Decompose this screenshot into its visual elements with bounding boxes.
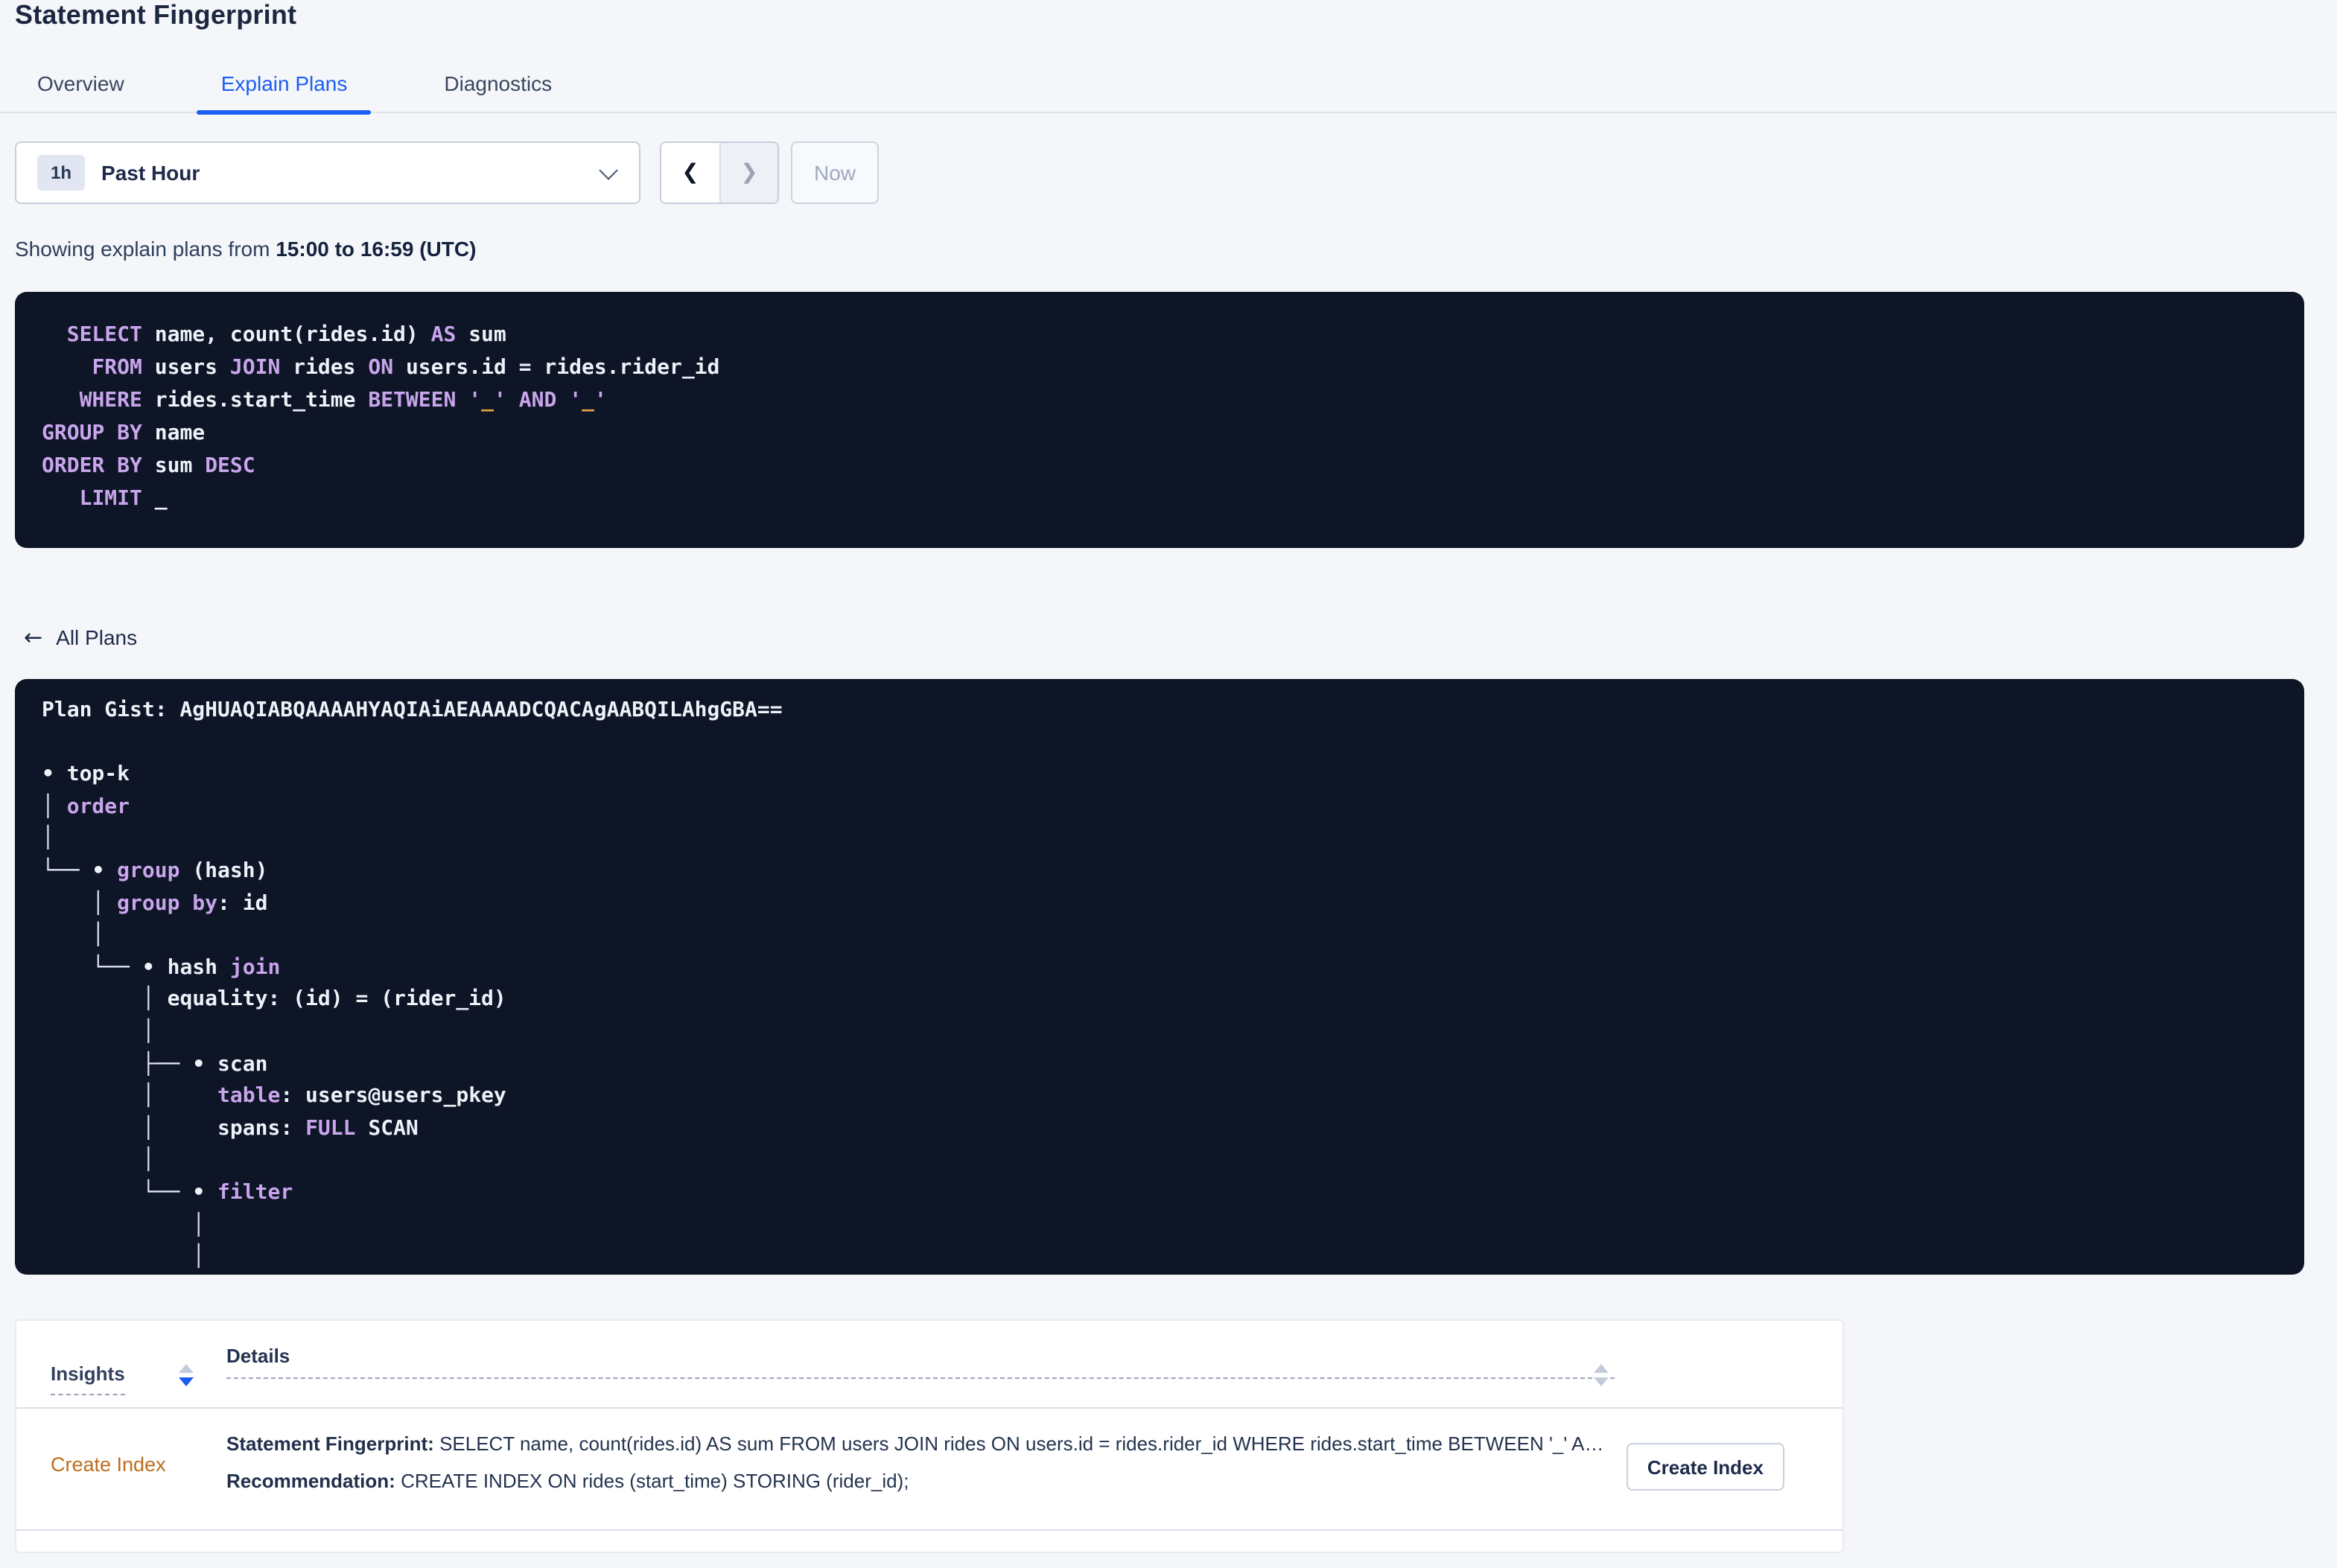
now-button[interactable]: Now: [791, 141, 879, 204]
plan-gist-block: Plan Gist: AgHUAQIABQAAAAHYAQIAiAEAAAADC…: [15, 679, 2304, 1275]
column-header-details[interactable]: Details: [226, 1343, 1615, 1379]
sort-asc-icon: [179, 1364, 194, 1373]
statement-fingerprint-line: Statement Fingerprint: SELECT name, coun…: [226, 1431, 1615, 1456]
tab-explain-plans[interactable]: Explain Plans: [197, 61, 372, 115]
page-title: Statement Fingerprint: [15, 0, 297, 30]
prev-interval-button[interactable]: ❮: [661, 143, 719, 203]
status-prefix: Showing explain plans from: [15, 237, 276, 261]
sort-desc-icon: [1594, 1377, 1609, 1386]
all-plans-label: All Plans: [56, 625, 138, 649]
sort-desc-icon: [179, 1377, 194, 1386]
chevron-down-icon: [599, 160, 618, 179]
insight-row: Create Index Statement Fingerprint: SELE…: [16, 1409, 1842, 1529]
recommendation-label: Recommendation:: [226, 1470, 395, 1492]
status-range: 15:00 to 16:59 (UTC): [276, 237, 477, 261]
time-range-dropdown[interactable]: 1h Past Hour: [15, 141, 640, 204]
create-index-button[interactable]: Create Index: [1626, 1443, 1784, 1491]
tab-overview[interactable]: Overview: [13, 61, 148, 112]
time-controls: 1h Past Hour ❮ ❯ Now: [15, 141, 879, 204]
next-interval-button[interactable]: ❯: [719, 143, 778, 203]
time-range-label: Past Hour: [101, 161, 200, 185]
insight-details: Statement Fingerprint: SELECT name, coun…: [226, 1431, 1615, 1494]
sort-asc-icon: [1594, 1364, 1609, 1373]
table-row-divider: [16, 1529, 1842, 1531]
sql-statement-block: SELECT name, count(rides.id) AS sum FROM…: [15, 292, 2304, 548]
insight-type-link[interactable]: Create Index: [51, 1453, 166, 1476]
recommendation-value: CREATE INDEX ON rides (start_time) STORI…: [401, 1470, 909, 1492]
insights-card: Insights Details Create Index Statement …: [15, 1319, 1844, 1553]
tab-diagnostics[interactable]: Diagnostics: [420, 61, 576, 112]
sort-arrows-insights[interactable]: [179, 1364, 194, 1386]
recommendation-line: Recommendation: CREATE INDEX ON rides (s…: [226, 1468, 1615, 1494]
column-header-insights[interactable]: Insights: [51, 1363, 125, 1395]
back-arrow-icon: ←: [24, 624, 43, 651]
time-range-badge: 1h: [37, 155, 86, 191]
statement-fingerprint-value: SELECT name, count(rides.id) AS sum FROM…: [439, 1432, 1615, 1455]
time-pager: ❮ ❯: [660, 141, 779, 204]
status-text: Showing explain plans from 15:00 to 16:5…: [15, 237, 476, 261]
sort-arrows-details[interactable]: [1594, 1364, 1609, 1386]
statement-fingerprint-label: Statement Fingerprint:: [226, 1432, 434, 1455]
tab-bar: Overview Explain Plans Diagnostics: [0, 61, 2337, 115]
all-plans-link[interactable]: ← All Plans: [24, 625, 137, 649]
statement-fingerprint-page: Statement Fingerprint Overview Explain P…: [0, 0, 2337, 1568]
